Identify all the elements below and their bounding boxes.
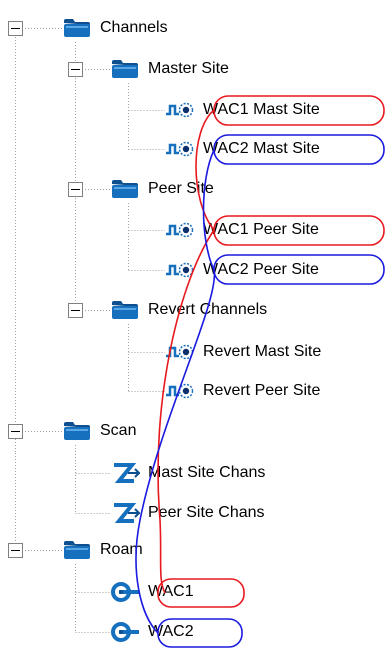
red-highlight-wac1 xyxy=(157,578,245,608)
blue-highlight-wac2 xyxy=(157,618,243,648)
blue-highlight-wac2-peer-site xyxy=(213,254,385,285)
red-highlight-wac1-mast-site xyxy=(213,95,385,126)
blue-highlight-wac2-mast-site xyxy=(213,134,385,165)
blue-connector-curve xyxy=(135,149,216,634)
red-highlight-wac1-peer-site xyxy=(213,215,385,246)
annotation-overlay xyxy=(135,95,385,648)
